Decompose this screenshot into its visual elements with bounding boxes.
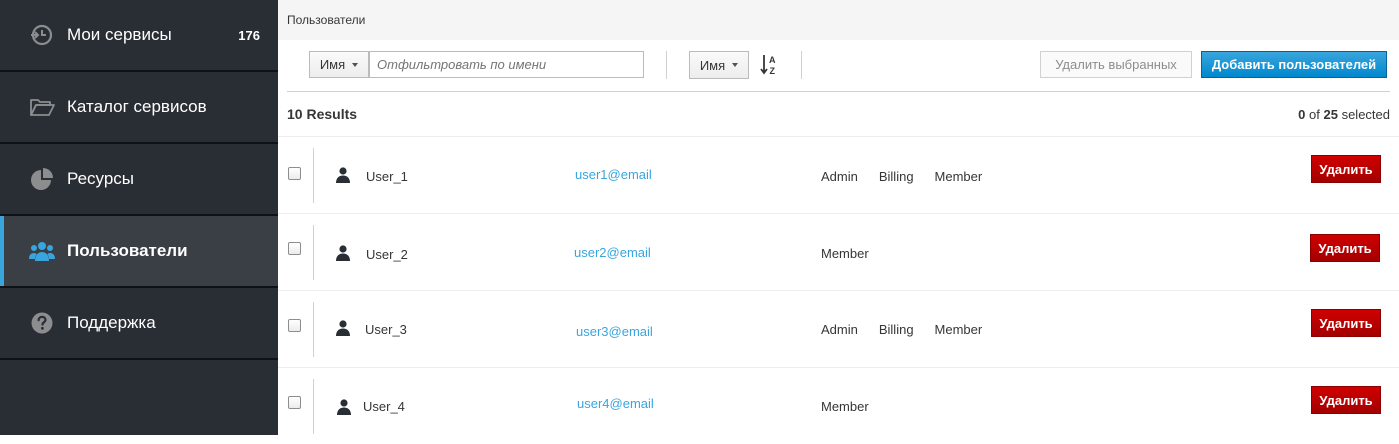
- username: User_1: [366, 169, 408, 184]
- folder-open-icon: [29, 94, 55, 120]
- filter-field-dropdown[interactable]: Имя: [309, 51, 369, 78]
- sort-alpha-asc-icon[interactable]: AZ: [759, 53, 781, 77]
- filter-field-label: Имя: [319, 57, 346, 72]
- role-label: Billing: [878, 322, 914, 337]
- total-number: 25: [1323, 107, 1338, 122]
- username: User_2: [366, 247, 408, 262]
- roles: Admin Billing Member: [821, 169, 1003, 184]
- sidebar-item-service-catalog[interactable]: Каталог сервисов: [0, 72, 278, 144]
- sidebar-item-label: Каталог сервисов: [67, 97, 207, 116]
- row-divider: [313, 148, 314, 203]
- role-label: Member: [934, 169, 983, 184]
- role-label: Member: [934, 322, 983, 337]
- email-link[interactable]: user2@email: [574, 245, 651, 260]
- breadcrumb: Пользователи: [287, 13, 366, 27]
- role-label: Admin: [821, 322, 858, 337]
- row-checkbox[interactable]: [288, 319, 301, 332]
- delete-user-button[interactable]: Удалить: [1310, 234, 1380, 262]
- chevron-down-icon: [352, 62, 359, 67]
- svg-text:A: A: [769, 55, 776, 65]
- results-summary: 10 Results 0 of 25 selected: [287, 92, 1390, 136]
- sidebar-item-label: Поддержка: [67, 313, 156, 332]
- email-link[interactable]: user1@email: [575, 167, 652, 182]
- question-circle-icon: [29, 310, 55, 336]
- selected-label: selected: [1341, 107, 1390, 122]
- sidebar-item-label: Мои сервисы: [67, 25, 172, 44]
- users-icon: [29, 238, 55, 264]
- row-divider: [313, 225, 314, 280]
- add-users-button[interactable]: Добавить пользователей: [1201, 51, 1387, 78]
- row-divider: [313, 302, 314, 357]
- delete-user-button[interactable]: Удалить: [1311, 155, 1381, 183]
- list-item: User_4 user4@email Member Удалить: [278, 367, 1399, 444]
- users-list: User_1 user1@email Admin Billing Member Уд…: [278, 136, 1399, 444]
- email-link[interactable]: user4@email: [577, 396, 654, 411]
- delete-user-button[interactable]: Удалить: [1311, 386, 1381, 414]
- sidebar-item-support[interactable]: Поддержка: [0, 288, 278, 360]
- row-checkbox[interactable]: [288, 242, 301, 255]
- toolbar-divider: [801, 51, 802, 79]
- selected-number: 0: [1298, 107, 1306, 122]
- username: User_3: [365, 322, 407, 337]
- username: User_4: [363, 399, 405, 414]
- row-checkbox[interactable]: [288, 167, 301, 180]
- sidebar-item-resources[interactable]: Ресурсы: [0, 144, 278, 216]
- email-link[interactable]: user3@email: [576, 324, 653, 339]
- row-checkbox[interactable]: [288, 396, 301, 409]
- row-divider: [313, 379, 314, 434]
- role-label: Admin: [821, 169, 858, 184]
- sort-field-dropdown[interactable]: Имя: [689, 51, 749, 79]
- list-item: User_3 user3@email Admin Billing Member Уд…: [278, 290, 1399, 367]
- list-item: User_2 user2@email Member Удалить: [278, 213, 1399, 290]
- user-icon: [336, 167, 350, 183]
- sort-field-label: Имя: [699, 57, 726, 73]
- svg-text:Z: Z: [770, 66, 776, 76]
- list-item: User_1 user1@email Admin Billing Member Уд…: [278, 136, 1399, 213]
- delete-selected-button[interactable]: Удалить выбранных: [1040, 51, 1192, 78]
- role-label: Billing: [878, 169, 914, 184]
- chevron-down-icon: [732, 63, 739, 67]
- role-label: Member: [821, 246, 869, 261]
- sidebar-item-label: Ресурсы: [67, 169, 135, 188]
- role-label: Member: [821, 399, 869, 414]
- services-icon: [29, 22, 55, 48]
- sidebar-item-label: Пользователи: [67, 241, 188, 260]
- roles: Member: [821, 399, 890, 414]
- of-label: of: [1309, 107, 1320, 122]
- services-count-badge: 176: [238, 27, 260, 43]
- user-icon: [336, 320, 350, 336]
- results-count: 10 Results: [287, 106, 358, 122]
- roles: Admin Billing Member: [821, 322, 1003, 337]
- roles: Member: [821, 246, 890, 261]
- main-content: Пользователи Имя Имя AZ Удалить выбранны…: [278, 0, 1399, 435]
- toolbar-divider: [666, 51, 667, 79]
- sidebar-item-users[interactable]: Пользователи: [0, 216, 278, 288]
- pie-chart-icon: [29, 166, 55, 192]
- sidebar-item-my-services[interactable]: Мои сервисы 176: [0, 0, 278, 72]
- toolbar: Имя Имя AZ Удалить выбранных Добавить по…: [287, 40, 1390, 92]
- filter-input[interactable]: [369, 51, 644, 78]
- sidebar: Мои сервисы 176 Каталог сервисов Ресурсы…: [0, 0, 278, 435]
- breadcrumb-bar: Пользователи: [278, 0, 1399, 40]
- user-icon: [336, 245, 350, 261]
- selection-count: 0 of 25 selected: [1298, 107, 1390, 122]
- delete-user-button[interactable]: Удалить: [1311, 309, 1381, 337]
- user-icon: [337, 399, 351, 415]
